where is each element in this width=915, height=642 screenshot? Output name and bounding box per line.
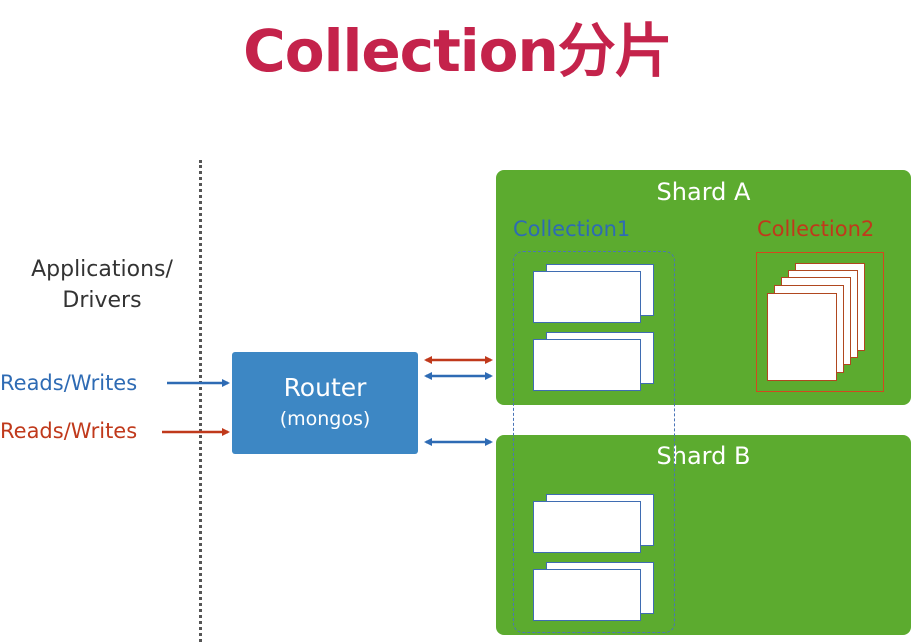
connector-arrows xyxy=(162,356,493,446)
